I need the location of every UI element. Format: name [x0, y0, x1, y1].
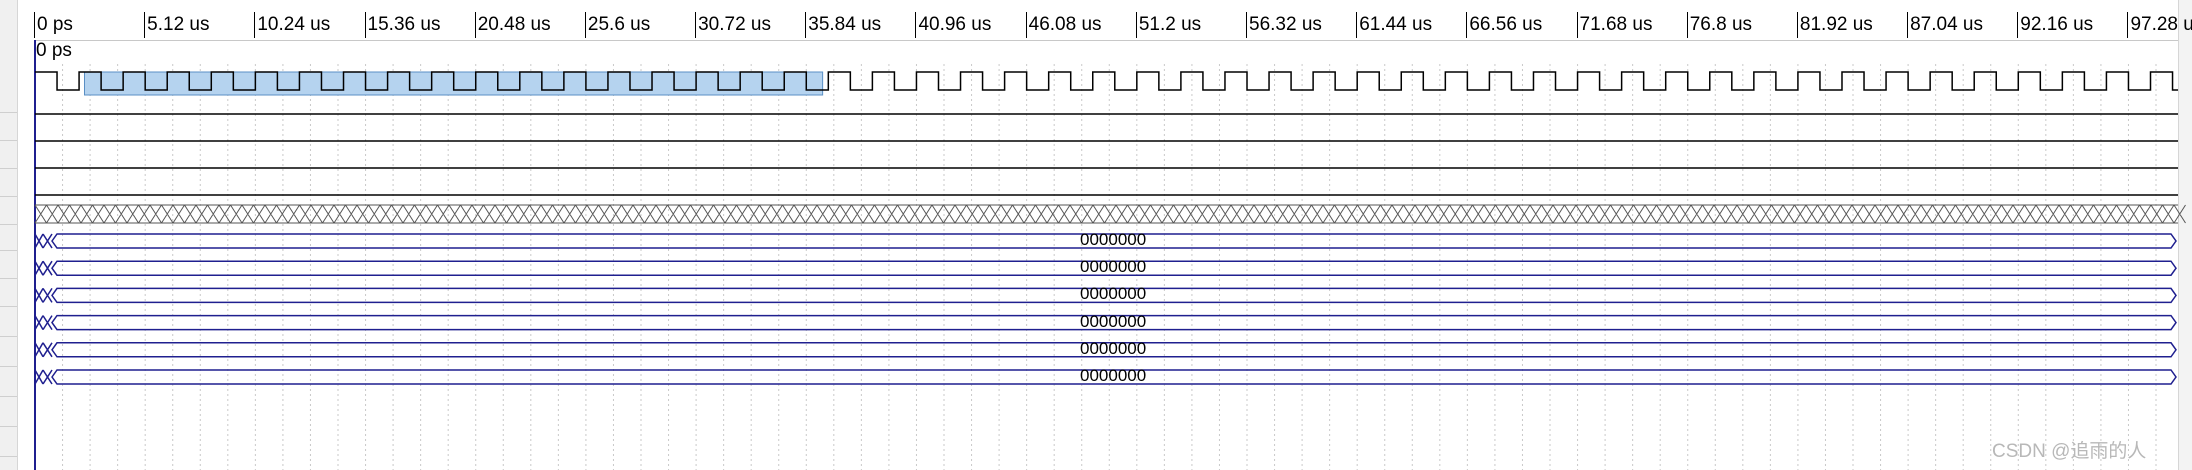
- bus-value: 0000000: [1080, 311, 1147, 331]
- waveform-viewer[interactable]: 0 ps 5.12 us 10.24 us 15.36 us 20.48 us 25.6 …: [0, 0, 2192, 470]
- bus-transition: [42, 315, 53, 331]
- bus-transition: [42, 233, 53, 249]
- bus-value: 0000000: [1080, 366, 1147, 385]
- bus-transition: [34, 233, 44, 249]
- bus-transition: [34, 288, 44, 303]
- bus-transition: [42, 342, 53, 358]
- bus-transition: [34, 315, 44, 330]
- bus-transition: [34, 260, 44, 276]
- bus-transition: [42, 260, 53, 276]
- bus-transition: [42, 287, 53, 303]
- undefined-signal: [34, 204, 2186, 224]
- bus-transition: [42, 369, 53, 385]
- bus-value: 0000000: [1080, 230, 1147, 249]
- bus-value: 0000000: [1080, 338, 1147, 358]
- bus-transition: [34, 342, 44, 358]
- bus-value: 0000000: [1080, 257, 1147, 277]
- bus-transition: [34, 369, 44, 385]
- bus-value: 0000000: [1080, 284, 1147, 304]
- watermark: CSDN @追雨的人: [1992, 441, 2147, 462]
